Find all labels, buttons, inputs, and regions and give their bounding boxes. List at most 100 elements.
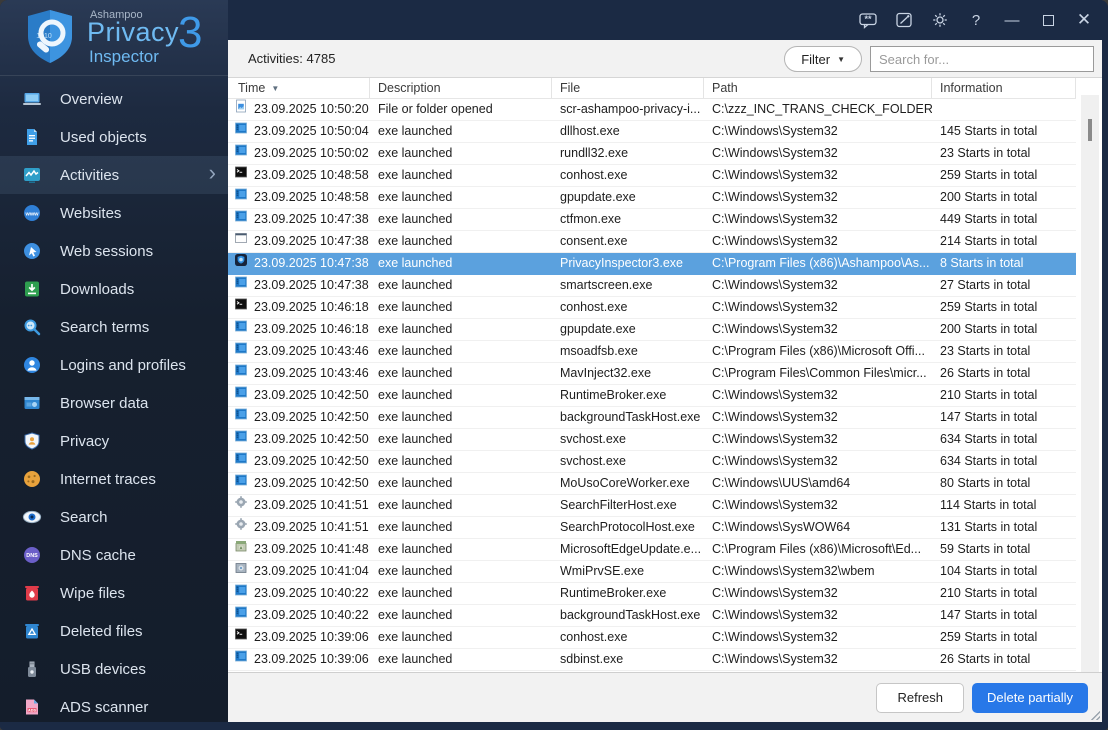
cell-file: svchost.exe — [560, 454, 627, 468]
sidebar-item-search-terms[interactable]: Search terms — [0, 308, 228, 346]
exe-file-icon — [234, 649, 248, 670]
table-row[interactable]: 23.09.2025 10:47:38 exe launched smartscre… — [228, 275, 1076, 297]
sidebar-item-overview[interactable]: Overview — [0, 80, 228, 118]
delete-partially-button[interactable]: Delete partially — [972, 682, 1088, 713]
sidebar-item-activities[interactable]: Activities › — [0, 156, 228, 194]
activities-count: Activities: 4785 — [248, 51, 336, 66]
cell-time: 23.09.2025 10:47:38 — [228, 209, 370, 230]
sidebar-item-web-sessions[interactable]: Web sessions — [0, 232, 228, 270]
sidebar-item-privacy[interactable]: Privacy — [0, 422, 228, 460]
logins-icon — [22, 355, 42, 375]
table-row[interactable]: 23.09.2025 10:40:22 exe launched RuntimeBr… — [228, 583, 1076, 605]
help-icon[interactable]: ? — [958, 0, 994, 40]
sidebar-item-dns-cache[interactable]: DNS DNS cache — [0, 536, 228, 574]
table-row[interactable]: 23.09.2025 10:46:18 exe launched conhost.e… — [228, 297, 1076, 319]
table-row[interactable]: 23.09.2025 10:43:46 exe launched MavInject… — [228, 363, 1076, 385]
installer-file-icon — [234, 539, 248, 560]
table-row[interactable]: 23.09.2025 10:39:06 exe launched conhost.e… — [228, 627, 1076, 649]
table-row[interactable]: 23.09.2025 10:46:18 exe launched gpupdate.… — [228, 319, 1076, 341]
cell-path: C:\Windows\System32 — [712, 190, 838, 204]
table-row[interactable]: 23.09.2025 10:47:38 exe launched ctfmon.ex… — [228, 209, 1076, 231]
cell-path: C:\Windows\SysWOW64 — [712, 520, 851, 534]
cell-time: 23.09.2025 10:42:50 — [228, 429, 370, 450]
cell-information: 259 Starts in total — [940, 168, 1038, 182]
table-row[interactable]: 23.09.2025 10:48:58 exe launched gpupdate.… — [228, 187, 1076, 209]
minimize-icon[interactable]: — — [994, 0, 1030, 40]
sidebar-item-label: Wipe files — [60, 584, 126, 602]
cell-time: 23.09.2025 10:42:50 — [228, 451, 370, 472]
table-row[interactable]: 23.09.2025 10:39:06 exe launched sdbinst.e… — [228, 649, 1076, 671]
cell-path: C:\Windows\System32 — [712, 454, 838, 468]
cell-time: 23.09.2025 10:47:38 — [228, 253, 370, 274]
search-input[interactable] — [870, 46, 1094, 72]
cell-description: exe launched — [378, 300, 453, 314]
settings-gear-icon[interactable] — [922, 0, 958, 40]
feedback-icon[interactable]: ** — [850, 0, 886, 40]
sidebar-item-usb-devices[interactable]: USB devices — [0, 650, 228, 688]
notes-icon[interactable] — [886, 0, 922, 40]
cell-time: 23.09.2025 10:40:22 — [228, 605, 370, 626]
column-header-information[interactable]: Information — [932, 78, 1076, 98]
close-icon[interactable]: ✕ — [1066, 0, 1102, 40]
sidebar-item-wipe-files[interactable]: Wipe files — [0, 574, 228, 612]
sidebar-item-search[interactable]: Search — [0, 498, 228, 536]
table-row[interactable]: 23.09.2025 10:42:50 exe launched svchost.e… — [228, 429, 1076, 451]
table-row[interactable]: 23.09.2025 10:41:48 exe launched Microsoft… — [228, 539, 1076, 561]
sidebar-item-used-objects[interactable]: Used objects — [0, 118, 228, 156]
exe-file-icon — [234, 473, 248, 494]
table-row[interactable]: 23.09.2025 10:42:50 exe launched MoUsoCore… — [228, 473, 1076, 495]
cell-file: gpupdate.exe — [560, 322, 636, 336]
table-row[interactable]: 23.09.2025 10:43:46 exe launched msoadfsb.… — [228, 341, 1076, 363]
cell-path: C:\Windows\System32 — [712, 212, 838, 226]
column-header-path[interactable]: Path — [704, 78, 932, 98]
table-row[interactable]: 23.09.2025 10:50:04 exe launched dllhost.e… — [228, 121, 1076, 143]
table-row[interactable]: 23.09.2025 10:47:38 exe launched PrivacyIn… — [228, 253, 1076, 275]
console-file-icon — [234, 297, 248, 318]
sidebar-item-downloads[interactable]: Downloads — [0, 270, 228, 308]
column-header-description[interactable]: Description — [370, 78, 552, 98]
maximize-icon[interactable] — [1030, 0, 1066, 40]
table-row[interactable]: 23.09.2025 10:42:50 exe launched RuntimeBr… — [228, 385, 1076, 407]
table-row[interactable]: 23.09.2025 10:42:50 exe launched backgroun… — [228, 407, 1076, 429]
cell-time: 23.09.2025 10:42:50 — [228, 385, 370, 406]
table-row[interactable]: 23.09.2025 10:42:50 exe launched svchost.e… — [228, 451, 1076, 473]
cell-time: 23.09.2025 10:39:06 — [228, 649, 370, 670]
sidebar-item-ads-scanner[interactable]: ADS ADS scanner — [0, 688, 228, 726]
cell-time: 23.09.2025 10:46:18 — [228, 319, 370, 340]
sidebar-item-label: Websites — [60, 204, 122, 222]
table-row[interactable]: 23.09.2025 10:47:38 exe launched consent.e… — [228, 231, 1076, 253]
cell-description: exe launched — [378, 146, 453, 160]
column-header-file[interactable]: File — [552, 78, 704, 98]
cell-file: WmiPrvSE.exe — [560, 564, 645, 578]
table-row[interactable]: 23.09.2025 10:50:02 exe launched rundll32.… — [228, 143, 1076, 165]
time-value: 23.09.2025 10:47:38 — [254, 212, 369, 226]
search-icon — [22, 507, 42, 527]
table-row[interactable]: 23.09.2025 10:41:51 exe launched SearchFil… — [228, 495, 1076, 517]
table-row[interactable]: 23.09.2025 10:41:04 exe launched WmiPrvSE.… — [228, 561, 1076, 583]
refresh-button[interactable]: Refresh — [876, 682, 964, 713]
time-value: 23.09.2025 10:48:58 — [254, 168, 369, 182]
sidebar-item-browser-data[interactable]: Browser data — [0, 384, 228, 422]
sidebar-item-logins-and-profiles[interactable]: Logins and profiles — [0, 346, 228, 384]
scrollbar-thumb[interactable] — [1088, 119, 1092, 141]
sidebar-item-websites[interactable]: www Websites — [0, 194, 228, 232]
sort-desc-icon: ▼ — [271, 84, 280, 93]
table-row[interactable]: 23.09.2025 10:48:58 exe launched conhost.e… — [228, 165, 1076, 187]
cell-description: exe launched — [378, 630, 453, 644]
cell-path: C:\Windows\UUS\amd64 — [712, 476, 851, 490]
filter-button[interactable]: Filter ▼ — [784, 46, 862, 72]
cell-file: backgroundTaskHost.exe — [560, 410, 701, 424]
time-value: 23.09.2025 10:50:04 — [254, 124, 369, 138]
table-row[interactable]: 23.09.2025 10:40:22 exe launched backgroun… — [228, 605, 1076, 627]
table-row[interactable]: 23.09.2025 10:41:51 exe launched SearchPro… — [228, 517, 1076, 539]
titlebar-icons: ** ? — ✕ — [850, 0, 1102, 40]
cell-time: 23.09.2025 10:47:38 — [228, 231, 370, 252]
sidebar-item-deleted-files[interactable]: Deleted files — [0, 612, 228, 650]
cell-path: C:\Windows\System32\wbem — [712, 564, 875, 578]
table-row[interactable]: 23.09.2025 10:50:20 File or folder opened… — [228, 99, 1076, 121]
vertical-scrollbar[interactable] — [1081, 95, 1099, 675]
resize-grip[interactable] — [1089, 709, 1100, 720]
cell-time: 23.09.2025 10:41:51 — [228, 495, 370, 516]
sidebar-item-internet-traces[interactable]: Internet traces — [0, 460, 228, 498]
column-header-time[interactable]: Time ▼ — [228, 78, 370, 98]
